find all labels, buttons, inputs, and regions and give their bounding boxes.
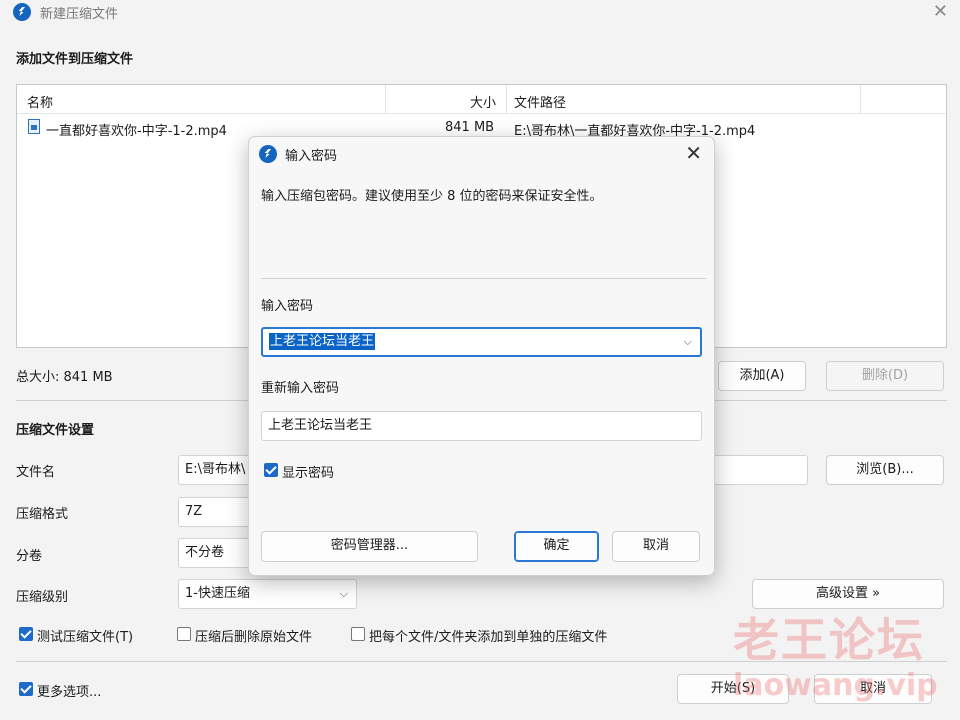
window-title: 新建压缩文件 xyxy=(40,7,119,22)
app-logo-icon xyxy=(13,3,31,21)
divider xyxy=(261,278,706,279)
test-archive-label[interactable]: 测试压缩文件(T) xyxy=(37,626,133,645)
add-button[interactable]: 添加(A) xyxy=(718,361,806,391)
password-label: 输入密码 xyxy=(261,299,314,314)
format-label: 压缩格式 xyxy=(16,507,69,522)
more-options-checkbox[interactable] xyxy=(19,682,33,696)
delete-source-checkbox[interactable] xyxy=(177,627,191,641)
column-name[interactable]: 名称 xyxy=(27,92,53,111)
ok-button[interactable]: 确定 xyxy=(514,531,599,562)
separate-archives-checkbox[interactable] xyxy=(351,627,365,641)
close-icon[interactable]: ✕ xyxy=(685,141,702,165)
file-name: 一直都好喜欢你-中字-1-2.mp4 xyxy=(46,124,227,139)
file-list-header: 名称 大小 文件路径 xyxy=(17,85,946,114)
split-label: 分卷 xyxy=(16,549,43,564)
video-file-icon xyxy=(28,119,40,134)
level-select[interactable]: 1-快速压缩 ⌵ xyxy=(178,579,357,609)
test-archive-checkbox[interactable] xyxy=(19,627,33,641)
level-label: 压缩级别 xyxy=(16,590,69,605)
password-input[interactable]: 上老王论坛当老王 ⌵ xyxy=(261,327,702,357)
dialog-description: 输入压缩包密码。建议使用至少 8 位的密码来保证安全性。 xyxy=(261,189,603,204)
repeat-password-input[interactable]: 上老王论坛当老王 xyxy=(261,411,702,441)
separate-archives-label[interactable]: 把每个文件/文件夹添加到单独的压缩文件 xyxy=(369,626,607,645)
column-divider xyxy=(385,85,386,114)
split-value: 不分卷 xyxy=(185,545,225,560)
password-manager-button[interactable]: 密码管理器... xyxy=(261,531,478,562)
password-dialog: 输入密码 ✕ 输入压缩包密码。建议使用至少 8 位的密码来保证安全性。 输入密码… xyxy=(248,136,715,576)
title-bar: 新建压缩文件 ✕ xyxy=(0,0,960,24)
delete-source-label[interactable]: 压缩后删除原始文件 xyxy=(195,626,312,645)
chevron-down-icon: ⌵ xyxy=(339,587,348,600)
column-divider xyxy=(860,85,861,114)
format-value: 7Z xyxy=(185,504,203,519)
more-options-label[interactable]: 更多选项... xyxy=(37,681,101,700)
level-value: 1-快速压缩 xyxy=(185,586,250,601)
browse-button[interactable]: 浏览(B)... xyxy=(826,455,944,485)
password-value: 上老王论坛当老王 xyxy=(269,333,376,350)
close-icon[interactable]: ✕ xyxy=(933,1,948,22)
delete-button[interactable]: 删除(D) xyxy=(826,361,944,391)
dialog-title: 输入密码 xyxy=(285,149,338,164)
column-size[interactable]: 大小 xyxy=(470,92,496,111)
total-size: 总大小: 841 MB xyxy=(16,370,113,385)
watermark-url: laowang.vip xyxy=(733,668,938,703)
watermark-text: 老王论坛 xyxy=(733,613,925,667)
column-path[interactable]: 文件路径 xyxy=(514,92,566,111)
app-logo-icon xyxy=(259,145,277,163)
dialog-cancel-button[interactable]: 取消 xyxy=(612,531,700,562)
show-password-checkbox[interactable] xyxy=(264,463,278,477)
filename-label: 文件名 xyxy=(16,465,56,480)
repeat-password-label: 重新输入密码 xyxy=(261,381,340,396)
column-divider xyxy=(506,85,507,114)
chevron-down-icon[interactable]: ⌵ xyxy=(684,329,692,355)
files-heading: 添加文件到压缩文件 xyxy=(16,52,134,67)
settings-heading: 压缩文件设置 xyxy=(16,423,95,438)
file-size: 841 MB xyxy=(445,120,495,135)
show-password-label[interactable]: 显示密码 xyxy=(282,462,334,481)
